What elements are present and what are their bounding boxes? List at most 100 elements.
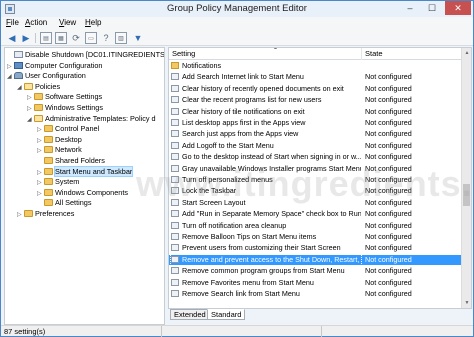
export-list-icon[interactable]: ▭ xyxy=(85,32,97,44)
setting-state: Not configured xyxy=(365,72,412,82)
setting-state: Not configured xyxy=(365,118,412,127)
minimize-button[interactable]: ‒ xyxy=(399,1,421,15)
expand-arrow-icon[interactable]: ▷ xyxy=(37,136,44,146)
setting-row[interactable]: Remove common program groups from Start … xyxy=(169,266,461,276)
expand-arrow-icon[interactable]: ▷ xyxy=(27,93,34,103)
setting-state: Not configured xyxy=(365,140,412,150)
console-tree[interactable]: Disable Shutdown [DC01.ITINGREDIENTS.COM… xyxy=(4,47,165,325)
column-setting[interactable]: Setting xyxy=(169,48,362,60)
setting-row[interactable]: Add "Run in Separate Memory Space" check… xyxy=(169,209,461,219)
menu-view[interactable]: View xyxy=(59,18,76,27)
folder-icon xyxy=(44,167,53,175)
collapse-arrow-icon[interactable]: ◢ xyxy=(7,72,14,82)
setting-name: Lock the Taskbar xyxy=(171,186,361,196)
collapse-arrow-icon[interactable]: ◢ xyxy=(27,115,34,125)
setting-row[interactable]: Go to the desktop instead of Start when … xyxy=(169,152,461,162)
setting-row[interactable]: Clear history of tile notifications on e… xyxy=(169,107,461,117)
setting-row[interactable]: Clear the recent programs list for new u… xyxy=(169,95,461,105)
expand-arrow-icon[interactable]: ▷ xyxy=(37,146,44,156)
status-bar: 87 setting(s) xyxy=(1,325,473,337)
setting-row[interactable]: Search just apps from the Apps view Not c… xyxy=(169,129,461,139)
tree-item[interactable]: ▷ Preferences xyxy=(17,209,74,219)
setting-row[interactable]: Turn off personalized menus Not configure… xyxy=(169,175,461,185)
folder-icon xyxy=(44,125,53,133)
expand-arrow-icon[interactable]: ▷ xyxy=(27,104,34,114)
column-state[interactable]: State xyxy=(362,48,459,60)
tree-item[interactable]: ◢ Administrative Templates: Policy d xyxy=(27,114,156,124)
tree-item[interactable]: ▷ System xyxy=(37,177,79,187)
tree-item[interactable]: ▷ Windows Components xyxy=(37,188,128,198)
expand-arrow-icon[interactable]: ▷ xyxy=(37,168,44,178)
close-button[interactable]: ✕ xyxy=(445,1,471,15)
vertical-scrollbar[interactable]: ▲ ▼ xyxy=(461,48,471,308)
computer-icon xyxy=(14,61,23,69)
tree-item-label: Shared Folders xyxy=(55,156,105,165)
tab-standard[interactable]: Standard xyxy=(207,309,246,320)
expand-arrow-icon[interactable]: ▷ xyxy=(37,178,44,188)
tree-item-label: User Configuration xyxy=(25,71,86,81)
tree-item[interactable]: ◢ User Configuration xyxy=(7,71,86,81)
policy-setting-icon xyxy=(171,73,179,81)
tree-item[interactable]: ▷ Network xyxy=(37,145,82,155)
setting-row[interactable]: Turn off notification area cleanup Not co… xyxy=(169,221,461,231)
setting-name: Clear history of recently opened documen… xyxy=(171,84,361,94)
setting-row[interactable]: Add Search Internet link to Start Menu No… xyxy=(169,72,461,82)
setting-row[interactable]: Start Screen Layout Not configured xyxy=(169,198,461,208)
help-icon[interactable]: ? xyxy=(100,32,112,44)
tree-item-label: Administrative Templates: Policy d xyxy=(45,113,156,123)
tree-item[interactable]: Shared Folders xyxy=(37,156,105,166)
setting-row[interactable]: Gray unavailable Windows Installer progr… xyxy=(169,164,461,174)
setting-row[interactable]: List desktop apps first in the Apps view… xyxy=(169,118,461,128)
setting-row[interactable]: Prevent users from customizing their Sta… xyxy=(169,243,461,253)
maximize-button[interactable]: ☐ xyxy=(421,1,443,15)
tree-item[interactable]: ▷ Software Settings xyxy=(27,92,102,102)
view-icon[interactable]: ▦ xyxy=(55,32,67,44)
scroll-thumb[interactable] xyxy=(463,184,470,206)
expand-arrow-icon[interactable]: ▷ xyxy=(37,125,44,135)
tree-item[interactable]: ▷ Windows Settings xyxy=(27,103,103,113)
tree-item[interactable]: ▷ Control Panel xyxy=(37,124,99,134)
tree-item[interactable]: Disable Shutdown [DC01.ITINGREDIENTS.COM xyxy=(7,50,164,60)
expand-arrow-icon[interactable]: ▷ xyxy=(17,210,24,220)
policy-setting-icon xyxy=(171,130,179,138)
setting-name: Turn off personalized menus xyxy=(171,175,361,185)
tree-item[interactable]: ◢ Policies xyxy=(17,82,60,92)
tree-item[interactable]: ▷ Computer Configuration xyxy=(7,61,102,71)
scroll-up-icon[interactable]: ▲ xyxy=(463,49,471,57)
tab-extended[interactable]: Extended xyxy=(170,309,210,320)
policy-setting-icon xyxy=(171,255,179,263)
policy-setting-icon xyxy=(171,290,179,297)
setting-row[interactable]: Add Logoff to the Start Menu Not configur… xyxy=(169,141,461,151)
back-arrow-icon[interactable]: ◀ xyxy=(6,32,18,44)
tree-item[interactable]: ▷ Start Menu and Taskbar xyxy=(37,165,134,178)
setting-name: Add Logoff to the Start Menu xyxy=(171,141,361,151)
folder-icon xyxy=(44,135,53,143)
show-hide-tree-icon[interactable]: ▤ xyxy=(40,32,52,44)
scroll-down-icon[interactable]: ▼ xyxy=(463,299,471,307)
setting-row[interactable]: Remove Balloon Tips on Start Menu items N… xyxy=(169,232,461,242)
policy-setting-icon xyxy=(171,267,179,275)
setting-row[interactable]: Lock the Taskbar Not configured xyxy=(169,186,461,196)
forward-arrow-icon[interactable]: ▶ xyxy=(20,32,32,44)
expand-arrow-icon[interactable]: ▷ xyxy=(37,189,44,199)
properties-icon[interactable]: ▥ xyxy=(115,32,127,44)
setting-row[interactable]: Remove Favorites menu from Start Menu Not… xyxy=(169,278,461,288)
tree-item-label: Windows Components xyxy=(55,187,129,197)
refresh-icon[interactable]: ⟳ xyxy=(70,32,82,44)
expand-arrow-icon[interactable]: ▷ xyxy=(7,62,14,72)
filter-icon[interactable]: ▼ xyxy=(132,32,144,44)
title-bar[interactable]: Group Policy Management Editor ‒ ☐ ✕ xyxy=(1,1,473,17)
menu-file[interactable]: File xyxy=(6,18,19,27)
setting-row[interactable]: Remove Search link from Start Menu Not co… xyxy=(169,289,461,299)
tree-item[interactable]: All Settings xyxy=(37,198,92,208)
menu-action[interactable]: Action xyxy=(25,18,47,27)
menu-help[interactable]: Help xyxy=(85,18,101,27)
setting-row[interactable]: Remove and prevent access to the Shut Do… xyxy=(169,254,461,265)
setting-row[interactable]: Clear history of recently opened documen… xyxy=(169,84,461,94)
collapse-arrow-icon[interactable]: ◢ xyxy=(17,83,24,93)
tree-item[interactable]: ▷ Desktop xyxy=(37,135,82,145)
setting-row[interactable]: Notifications xyxy=(169,61,461,71)
setting-state: Not configured xyxy=(365,95,412,105)
setting-name: Search just apps from the Apps view xyxy=(171,129,361,139)
setting-state: Not configured xyxy=(365,266,412,276)
